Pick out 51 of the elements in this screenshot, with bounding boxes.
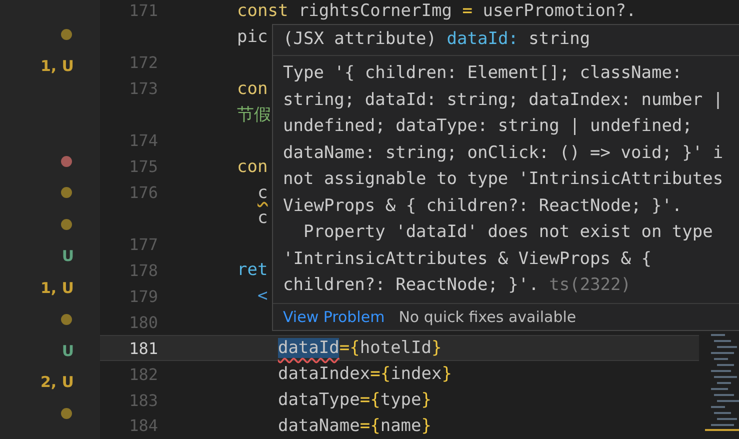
line-number: 173: [128, 79, 158, 98]
line-number: 178: [128, 260, 158, 280]
code-token: ={: [360, 390, 380, 410]
code-token: }: [421, 416, 432, 436]
code-token: con: [237, 156, 268, 177]
git-status-label: U: [62, 246, 74, 265]
line-number: 181: [128, 338, 158, 358]
code-token: userPromotion?.: [482, 0, 636, 21]
code-token: dataId: [278, 338, 340, 358]
line-number: 180: [128, 312, 158, 332]
view-problem-link[interactable]: View Problem: [283, 308, 385, 326]
code-token: pic: [237, 26, 268, 47]
code-token: name: [380, 416, 422, 436]
code-token: rightsCornerImg: [298, 0, 453, 21]
code-token: c: [257, 208, 268, 228]
code-token: index: [390, 364, 442, 384]
line-number: 175: [128, 157, 158, 176]
quick-fix-note: No quick fixes available: [398, 308, 576, 326]
code-token: <: [257, 286, 268, 306]
code-token: }: [421, 390, 432, 410]
type-signature: (JSX attribute) dataId: string: [273, 25, 739, 56]
code-token: const: [237, 0, 288, 21]
line-number: 176: [128, 183, 158, 202]
git-status-label: 1, U: [40, 278, 74, 297]
code-token: =: [462, 0, 472, 21]
code-token: }: [432, 338, 442, 358]
line-number: 171: [128, 1, 158, 20]
code-token: dataType: [278, 390, 360, 410]
line-number: 172: [128, 53, 158, 72]
code-token: dataIndex: [278, 364, 370, 384]
line-number: 174: [128, 131, 158, 150]
code-token: 节假: [237, 104, 271, 126]
code-token: ={: [360, 416, 380, 436]
git-status-label: U: [62, 342, 74, 360]
code-token: ={: [339, 338, 360, 358]
line-number: 183: [128, 390, 158, 410]
git-status-label: 1, U: [40, 57, 74, 76]
code-token: hotelId: [360, 338, 432, 358]
line-number: 182: [128, 364, 158, 384]
code-token: ret: [237, 260, 268, 280]
code-token: dataName: [278, 416, 360, 436]
error-message: Type '{ children: Element[]; className: string; dataId: string; dataIndex: number | undefined; dataType: string | undefined; dataName: string; onClick: () => void; }' i not assignable to type 'IntrinsicAttributes ViewProps & { children?: ReactNode; }'. Property 'dataId' does not exist on type 'IntrinsicAttributes & ViewProps & { children?: ReactNode; }'. ts(2322): [282, 62, 724, 297]
code-token: type: [380, 390, 422, 410]
line-number: 179: [128, 286, 158, 306]
code-token: c: [257, 182, 268, 203]
code-token: con: [237, 78, 268, 99]
code-token: ={: [370, 364, 391, 384]
code-token: }: [442, 364, 452, 384]
line-number: 184: [128, 416, 158, 436]
git-status-label: 2, U: [40, 373, 74, 392]
line-number: 177: [128, 234, 158, 254]
